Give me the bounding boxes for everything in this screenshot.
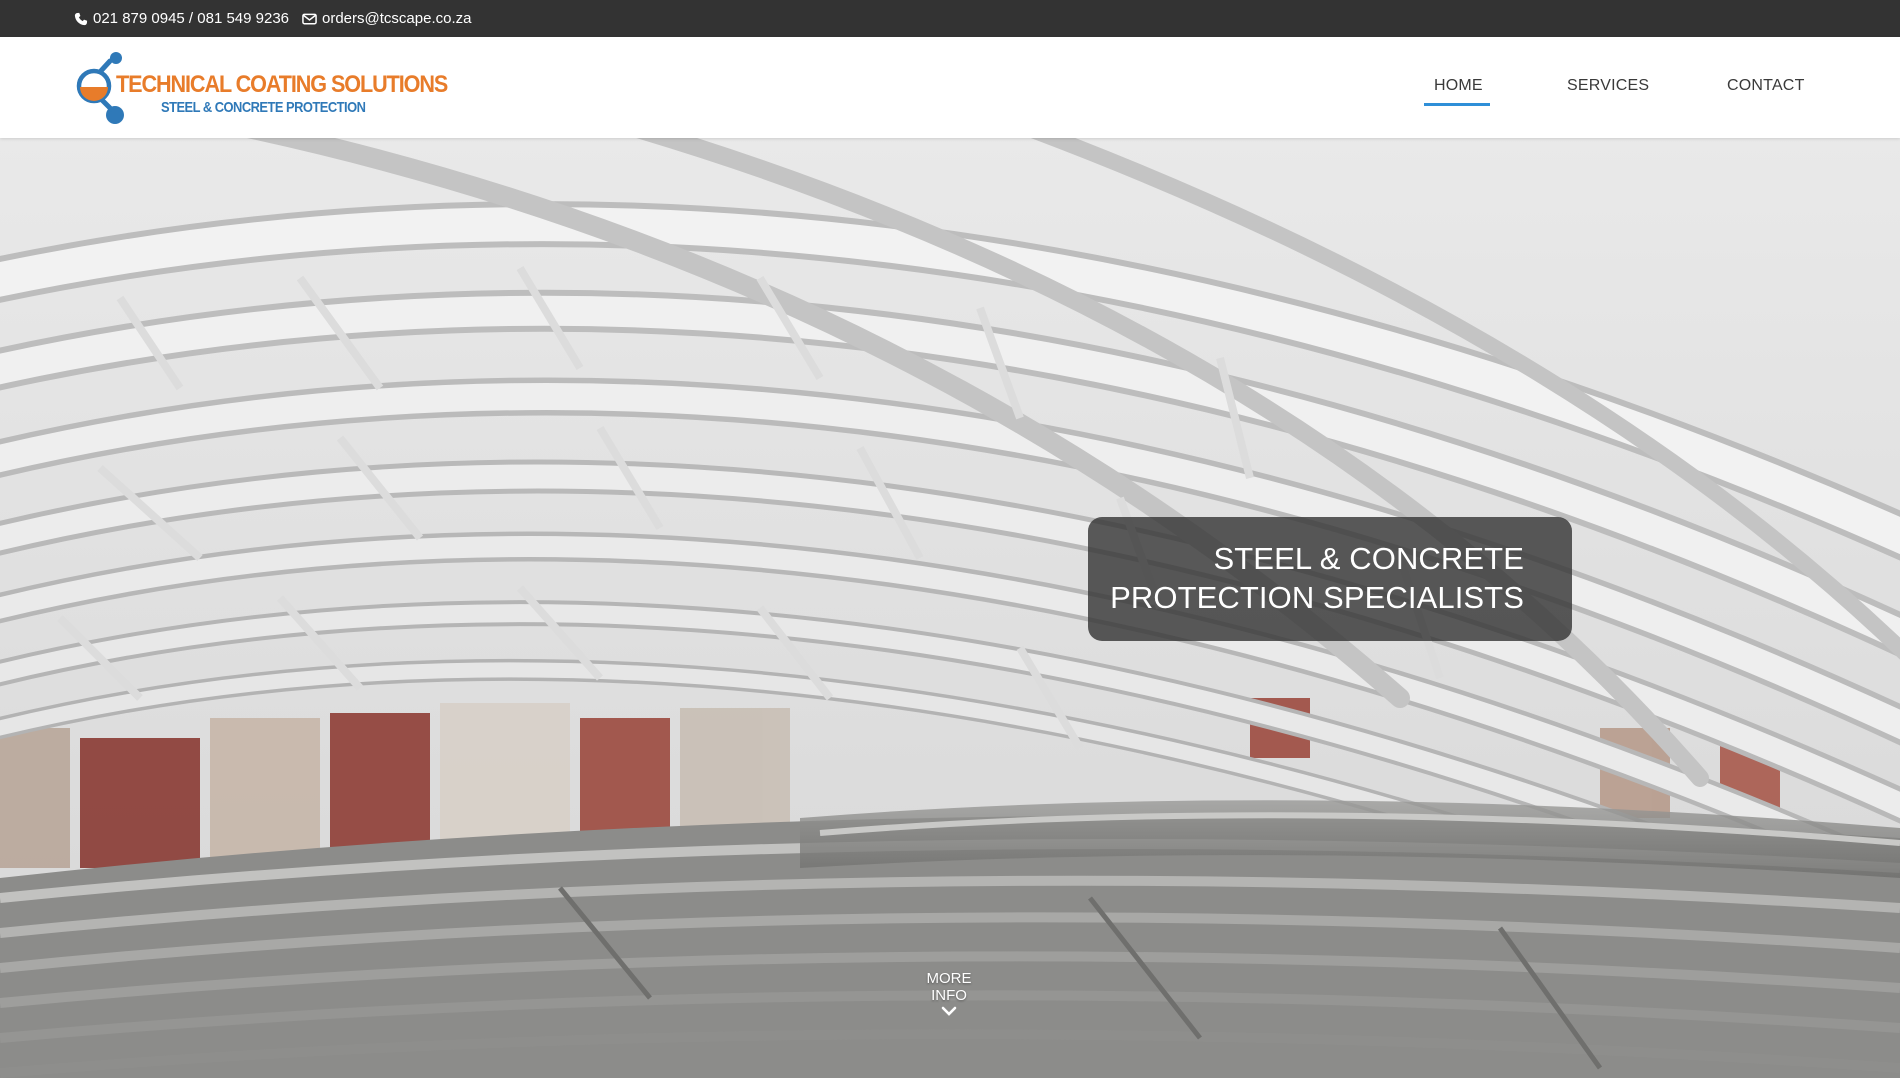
more-info-button[interactable]: MORE INFO: [908, 970, 990, 1016]
hero-background-image: [0, 138, 1900, 1078]
top-contact-bar: 021 879 0945 / 081 549 9236 orders@tcsca…: [0, 0, 1900, 37]
logo-tagline: STEEL & CONCRETE PROTECTION: [161, 99, 366, 116]
envelope-icon: [302, 13, 317, 24]
nav-active-indicator: [1424, 103, 1490, 106]
phone-contact[interactable]: 021 879 0945 / 081 549 9236: [74, 10, 289, 27]
site-logo[interactable]: TECHNICAL COATING SOLUTIONS STEEL & CONC…: [73, 51, 448, 125]
phone-number: 021 879 0945 / 081 549 9236: [93, 10, 290, 27]
logo-title: TECHNICAL COATING SOLUTIONS: [116, 71, 448, 98]
nav-item-services[interactable]: SERVICES: [1567, 77, 1649, 95]
more-info-label: MORE INFO: [926, 970, 972, 1004]
chevron-down-icon: [941, 1006, 957, 1016]
hero-banner: STEEL & CONCRETE PROTECTION SPECIALISTS …: [0, 138, 1900, 1078]
nav-item-contact[interactable]: CONTACT: [1727, 77, 1805, 95]
nav-item-home[interactable]: HOME: [1434, 77, 1483, 95]
site-header: TECHNICAL COATING SOLUTIONS STEEL & CONC…: [0, 37, 1900, 138]
hero-headline-line-2: PROTECTION SPECIALISTS: [1110, 580, 1524, 615]
hero-headline-line-1: STEEL & CONCRETE: [1213, 541, 1524, 576]
email-contact[interactable]: orders@tcscape.co.za: [302, 10, 471, 27]
phone-icon: [74, 12, 88, 25]
hero-headline-box: STEEL & CONCRETE PROTECTION SPECIALISTS: [1088, 517, 1572, 641]
email-address: orders@tcscape.co.za: [322, 10, 472, 27]
